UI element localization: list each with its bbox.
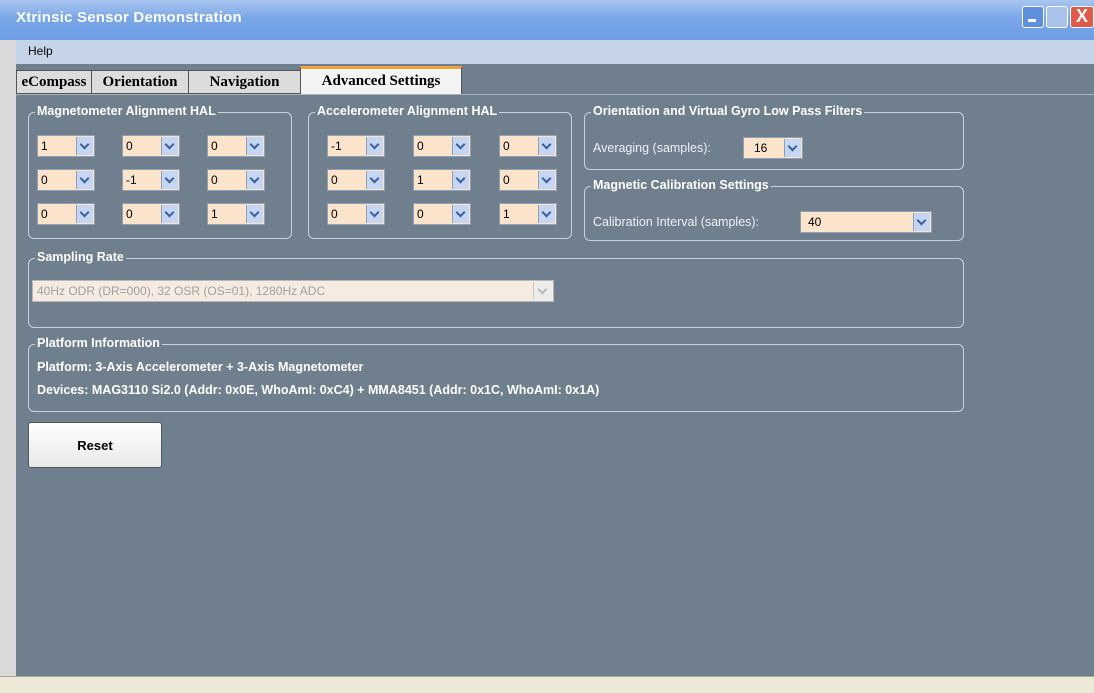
acc-hal-r2c3-value: 0 xyxy=(503,173,510,187)
mag-hal-r3c1-value: 0 xyxy=(41,207,48,221)
chevron-down-icon xyxy=(161,137,178,155)
reset-button[interactable]: Reset xyxy=(28,422,162,468)
mag-hal-r2c2-value: -1 xyxy=(126,173,137,187)
chevron-down-icon xyxy=(452,171,469,189)
menu-bar: Help xyxy=(16,40,1094,64)
acc-hal-r2c2-value: 1 xyxy=(417,173,424,187)
averaging-value: 16 xyxy=(754,141,768,155)
platform-text: Platform: 3-Axis Accelerometer + 3-Axis … xyxy=(37,360,364,374)
devices-text: Devices: MAG3110 Si2.0 (Addr: 0x0E, WhoA… xyxy=(37,383,600,397)
mag-hal-r2c1-select[interactable]: 0 xyxy=(37,169,95,191)
mag-hal-r1c2-select[interactable]: 0 xyxy=(122,135,180,157)
window-left-border xyxy=(0,40,16,676)
tab-ecompass[interactable]: eCompass xyxy=(16,70,92,94)
acc-hal-r1c3-select[interactable]: 0 xyxy=(499,135,557,157)
acc-hal-r3c3-value: 1 xyxy=(503,207,510,221)
chevron-down-icon xyxy=(366,137,383,155)
acc-hal-r3c1-select[interactable]: 0 xyxy=(327,203,385,225)
chevron-down-icon xyxy=(533,282,552,300)
acc-hal-r1c2-value: 0 xyxy=(417,139,424,153)
chevron-down-icon xyxy=(161,171,178,189)
acc-hal-r3c2-select[interactable]: 0 xyxy=(413,203,471,225)
mag-hal-r3c3-value: 1 xyxy=(211,207,218,221)
window-title: Xtrinsic Sensor Demonstration xyxy=(16,9,242,26)
acc-hal-r3c1-value: 0 xyxy=(331,207,338,221)
low-pass-filter-title: Orientation and Virtual Gyro Low Pass Fi… xyxy=(591,104,865,118)
acc-hal-r2c2-select[interactable]: 1 xyxy=(413,169,471,191)
tab-orientation[interactable]: Orientation xyxy=(91,70,189,94)
acc-hal-r2c3-select[interactable]: 0 xyxy=(499,169,557,191)
magnetic-calibration-group: Magnetic Calibration Settings Calibratio… xyxy=(584,178,964,241)
status-bar xyxy=(0,676,1094,693)
close-button[interactable]: X xyxy=(1070,6,1094,28)
acc-hal-r1c3-value: 0 xyxy=(503,139,510,153)
sampling-rate-title: Sampling Rate xyxy=(35,250,126,264)
chevron-down-icon xyxy=(161,205,178,223)
mag-hal-r2c2-select[interactable]: -1 xyxy=(122,169,180,191)
magnetometer-alignment-title: Magnetometer Alignment HAL xyxy=(35,104,218,118)
chevron-down-icon xyxy=(538,205,555,223)
mag-hal-r1c3-select[interactable]: 0 xyxy=(207,135,265,157)
averaging-label: Averaging (samples): xyxy=(593,141,711,155)
accelerometer-alignment-title: Accelerometer Alignment HAL xyxy=(315,104,500,118)
chevron-down-icon xyxy=(452,205,469,223)
mag-hal-r3c2-select[interactable]: 0 xyxy=(122,203,180,225)
chevron-down-icon xyxy=(366,205,383,223)
acc-hal-r3c2-value: 0 xyxy=(417,207,424,221)
platform-information-title: Platform Information xyxy=(35,336,162,350)
mag-hal-r3c1-select[interactable]: 0 xyxy=(37,203,95,225)
mag-hal-r1c1-value: 1 xyxy=(41,139,48,153)
mag-hal-r2c3-select[interactable]: 0 xyxy=(207,169,265,191)
chevron-down-icon xyxy=(76,171,93,189)
title-bar: Xtrinsic Sensor Demonstration X xyxy=(0,0,1094,40)
low-pass-filter-group: Orientation and Virtual Gyro Low Pass Fi… xyxy=(584,104,964,170)
acc-hal-r2c1-select[interactable]: 0 xyxy=(327,169,385,191)
chevron-down-icon xyxy=(784,139,801,157)
maximize-button[interactable] xyxy=(1046,6,1068,28)
mag-hal-r3c3-select[interactable]: 1 xyxy=(207,203,265,225)
advanced-settings-panel: Magnetometer Alignment HAL 1 0 0 0 -1 0 … xyxy=(16,94,1094,677)
mag-hal-r1c3-value: 0 xyxy=(211,139,218,153)
magnetic-calibration-title: Magnetic Calibration Settings xyxy=(591,178,771,192)
mag-hal-r3c2-value: 0 xyxy=(126,207,133,221)
acc-hal-r1c1-select[interactable]: -1 xyxy=(327,135,385,157)
mag-hal-r1c1-select[interactable]: 1 xyxy=(37,135,95,157)
mag-hal-r1c2-value: 0 xyxy=(126,139,133,153)
acc-hal-r3c3-select[interactable]: 1 xyxy=(499,203,557,225)
calibration-interval-value: 40 xyxy=(808,215,822,229)
acc-hal-r2c1-value: 0 xyxy=(331,173,338,187)
acc-hal-r1c1-value: -1 xyxy=(331,139,342,153)
chevron-down-icon xyxy=(913,213,930,231)
chevron-down-icon xyxy=(76,137,93,155)
tab-navigation[interactable]: Navigation xyxy=(188,70,301,94)
chevron-down-icon xyxy=(246,171,263,189)
magnetometer-alignment-group: Magnetometer Alignment HAL 1 0 0 0 -1 0 … xyxy=(28,104,292,239)
chevron-down-icon xyxy=(76,205,93,223)
minimize-button[interactable] xyxy=(1022,6,1044,28)
chevron-down-icon xyxy=(452,137,469,155)
sampling-rate-value: 40Hz ODR (DR=000), 32 OSR (OS=01), 1280H… xyxy=(37,284,326,298)
chevron-down-icon xyxy=(538,137,555,155)
mag-hal-r2c3-value: 0 xyxy=(211,173,218,187)
menu-help[interactable]: Help xyxy=(28,44,53,58)
mag-hal-r2c1-value: 0 xyxy=(41,173,48,187)
accelerometer-alignment-group: Accelerometer Alignment HAL -1 0 0 0 1 0… xyxy=(308,104,572,239)
calibration-interval-select[interactable]: 40 xyxy=(800,211,932,233)
calibration-interval-label: Calibration Interval (samples): xyxy=(593,215,760,229)
acc-hal-r1c2-select[interactable]: 0 xyxy=(413,135,471,157)
chevron-down-icon xyxy=(366,171,383,189)
chevron-down-icon xyxy=(246,205,263,223)
averaging-select[interactable]: 16 xyxy=(743,137,803,159)
tab-advanced-settings[interactable]: Advanced Settings xyxy=(300,66,462,94)
sampling-rate-select[interactable]: 40Hz ODR (DR=000), 32 OSR (OS=01), 1280H… xyxy=(32,280,554,302)
chevron-down-icon xyxy=(538,171,555,189)
platform-information-group: Platform Information Platform: 3-Axis Ac… xyxy=(28,336,964,412)
chevron-down-icon xyxy=(246,137,263,155)
